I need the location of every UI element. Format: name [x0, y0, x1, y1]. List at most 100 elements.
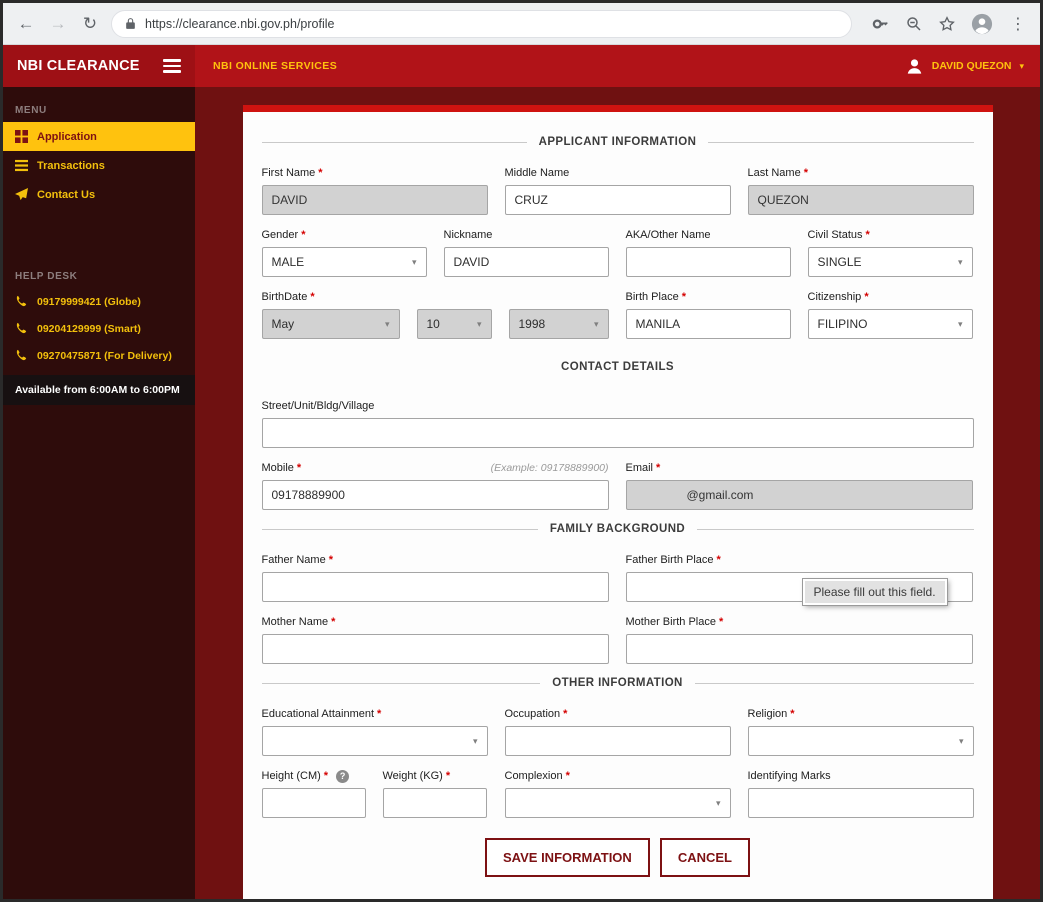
help-icon[interactable]: ?	[336, 769, 350, 783]
field-educational-attainment: Educational Attainment * ▾	[261, 707, 488, 756]
address-bar[interactable]: https://clearance.nbi.gov.ph/profile	[111, 9, 852, 38]
nickname-label: Nickname	[443, 229, 493, 241]
form-actions: SAVE INFORMATION CANCEL	[262, 838, 974, 877]
save-information-button[interactable]: SAVE INFORMATION	[485, 838, 650, 877]
email-label: Email	[625, 462, 654, 474]
section-applicant-information: APPLICANT INFORMATION	[261, 136, 974, 148]
field-mother-name: Mother Name *	[261, 615, 609, 664]
middle-name-input[interactable]	[504, 185, 731, 215]
helpdesk-section-label: HELP DESK	[15, 271, 78, 282]
nickname-input[interactable]	[443, 247, 609, 277]
field-weight: Weight (KG) *	[382, 769, 487, 818]
required-marker: *	[790, 708, 795, 720]
field-middle-name: Middle Name	[504, 166, 731, 215]
main-area: APPLICANT INFORMATION First Name* Middle…	[195, 87, 1040, 899]
cancel-button[interactable]: CANCEL	[659, 838, 750, 877]
divider-line	[697, 528, 974, 530]
row-mobile-email: Mobile*(Example: 09178889900) Email*	[261, 461, 974, 510]
chevron-down-icon: ▾	[715, 797, 721, 808]
field-aka: AKA/Other Name	[625, 228, 791, 277]
middle-name-label: Middle Name	[504, 167, 570, 179]
phone-number: 09270475871 (For Delivery)	[37, 349, 172, 362]
phone-icon	[16, 349, 27, 361]
identifying-marks-input[interactable]	[747, 788, 974, 818]
required-marker: *	[296, 462, 302, 474]
street-input[interactable]	[261, 418, 974, 448]
occupation-label: Occupation	[504, 708, 561, 720]
field-father-name: Father Name *	[261, 553, 609, 602]
required-marker: *	[565, 770, 570, 782]
sidebar-item-transactions[interactable]: Transactions	[3, 151, 195, 180]
user-menu[interactable]: DAVID QUEZON ▾	[905, 45, 1040, 87]
field-birth-place: Birth Place *	[625, 290, 791, 339]
last-name-input	[747, 185, 974, 215]
browser-menu-icon[interactable]: ⋮	[1008, 14, 1028, 34]
row-birth: BirthDate* May▾ 10▾ 1998▾ Birth Place* C…	[261, 290, 974, 339]
identifying-marks-label: Identifying Marks	[747, 770, 831, 782]
field-mobile: Mobile * (Example: 09178889900)	[261, 461, 609, 510]
civil-status-select[interactable]: SINGLE ▾	[807, 247, 973, 277]
row-gender: Gender* MALE▾ Nickname AKA/Other Name Ci…	[261, 228, 974, 277]
street-label: Street/Unit/Bldg/Village	[261, 400, 375, 412]
zoom-icon[interactable]	[905, 15, 923, 33]
field-gender: Gender * MALE ▾	[261, 228, 427, 277]
row-street: Street/Unit/Bldg/Village	[261, 399, 974, 448]
mobile-input[interactable]	[261, 480, 609, 510]
header-title: NBI ONLINE SERVICES	[213, 60, 338, 72]
bookmark-star-icon[interactable]	[938, 15, 956, 33]
section-other-information: OTHER INFORMATION	[261, 677, 974, 689]
browser-toolbar: ← → ↻ https://clearance.nbi.gov.ph/profi…	[3, 3, 1040, 45]
father-name-label: Father Name	[261, 554, 326, 566]
app-header: NBI CLEARANCE NBI ONLINE SERVICES DAVID …	[3, 45, 1040, 87]
aka-input[interactable]	[625, 247, 791, 277]
height-input[interactable]	[261, 788, 366, 818]
first-name-input	[261, 185, 488, 215]
key-icon[interactable]	[872, 15, 890, 33]
divider-line	[261, 682, 541, 684]
sidebar-item-contact-us[interactable]: Contact Us	[3, 180, 195, 209]
required-marker: *	[718, 616, 724, 628]
chevron-down-icon: ▾	[472, 735, 478, 746]
helpdesk-phone-delivery: 09270475871 (For Delivery)	[3, 342, 195, 369]
field-email: Email *	[625, 461, 973, 510]
birth-place-label: Birth Place	[625, 291, 679, 303]
citizenship-select[interactable]: FILIPINO ▾	[807, 309, 973, 339]
last-name-label: Last Name	[747, 167, 801, 179]
father-name-input[interactable]	[261, 572, 609, 602]
weight-input[interactable]	[382, 788, 487, 818]
birth-place-input[interactable]	[625, 309, 791, 339]
complexion-select[interactable]: ▾	[504, 788, 731, 818]
row-mother: Mother Name * Mother Birth Place *	[261, 615, 974, 664]
refresh-button[interactable]: ↻	[79, 15, 101, 32]
sidebar-item-label: Transactions	[37, 159, 105, 172]
occupation-input[interactable]	[504, 726, 731, 756]
birth-month-select: May ▾	[261, 309, 400, 339]
required-marker: *	[323, 770, 329, 782]
field-mother-birth-place: Mother Birth Place *	[625, 615, 973, 664]
educational-attainment-select[interactable]: ▾	[261, 726, 488, 756]
religion-select[interactable]: ▾	[747, 726, 974, 756]
father-birth-place-label: Father Birth Place	[625, 554, 714, 566]
chevron-down-icon: ▾	[1019, 60, 1024, 71]
hamburger-menu-icon[interactable]	[163, 59, 181, 73]
mother-birth-place-input[interactable]	[625, 634, 973, 664]
divider-line	[708, 141, 974, 143]
back-button[interactable]: ←	[15, 15, 37, 32]
required-marker: *	[445, 770, 451, 782]
birthdate-label: BirthDate	[261, 291, 308, 303]
sidebar-item-application[interactable]: Application	[3, 122, 195, 151]
profile-avatar-icon[interactable]	[971, 13, 993, 35]
mother-name-input[interactable]	[261, 634, 609, 664]
forward-button[interactable]: →	[47, 15, 69, 32]
transactions-icon	[15, 159, 28, 172]
required-marker: *	[563, 708, 568, 720]
validation-tooltip: Please fill out this field.	[802, 579, 947, 605]
row-physical: Height (CM) *? Weight (KG) * Complexion * ▾	[261, 769, 974, 818]
sidebar-item-label: Contact Us	[37, 188, 96, 201]
gender-select[interactable]: MALE ▾	[261, 247, 427, 277]
padlock-icon	[126, 18, 135, 29]
divider-line	[261, 528, 538, 530]
url-text: https://clearance.nbi.gov.ph/profile	[145, 16, 335, 31]
chevron-down-icon: ▾	[957, 318, 963, 329]
email-input	[625, 480, 973, 510]
